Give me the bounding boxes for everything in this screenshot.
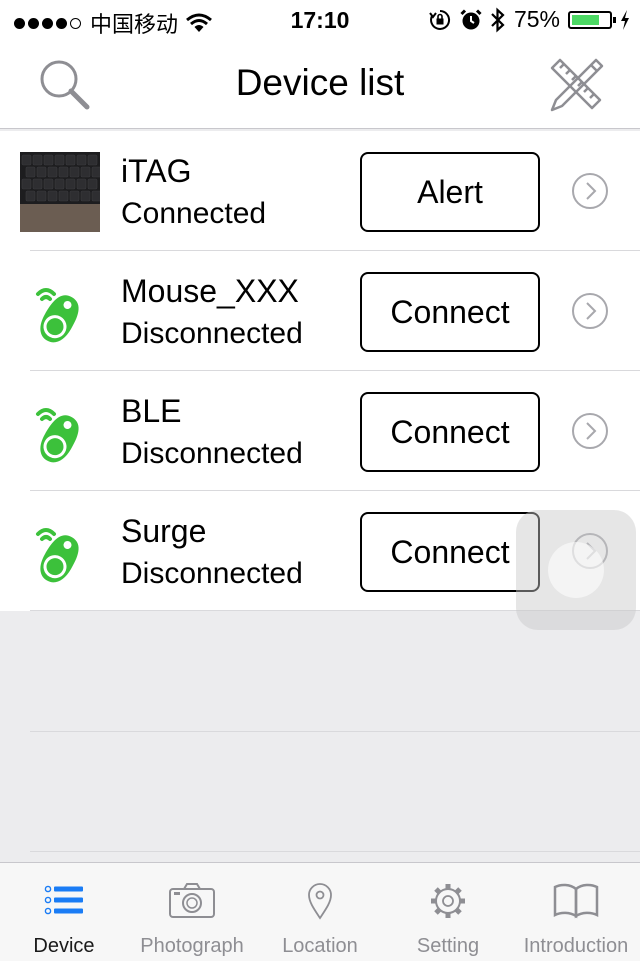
navigation-bar: Device list bbox=[0, 40, 640, 129]
device-thumbnail bbox=[20, 152, 102, 232]
gear-icon bbox=[431, 884, 465, 918]
alarm-clock-icon bbox=[460, 8, 482, 29]
chevron-right-icon bbox=[572, 173, 608, 209]
itag-green-icon bbox=[36, 288, 79, 343]
device-name: iTAG bbox=[121, 153, 192, 189]
connect-button[interactable]: Connect bbox=[360, 512, 540, 592]
row-separator bbox=[30, 731, 640, 732]
tab-label: Location bbox=[282, 935, 358, 957]
device-status: Disconnected bbox=[121, 557, 303, 590]
device-status: Disconnected bbox=[121, 317, 303, 350]
tab-label: Photograph bbox=[140, 935, 244, 957]
device-thumbnail bbox=[20, 392, 100, 472]
charging-bolt-icon bbox=[621, 9, 629, 30]
status-bar: 中国移动 17:10 75% bbox=[0, 0, 640, 40]
row-separator bbox=[30, 851, 640, 852]
tab-label: Setting bbox=[416, 935, 480, 957]
book-icon bbox=[553, 883, 599, 919]
tab-introduction[interactable]: Introduction bbox=[512, 863, 640, 961]
device-status: Disconnected bbox=[121, 437, 303, 470]
device-row[interactable]: iTAG Connected Alert bbox=[0, 131, 640, 251]
ruler-pencil-icon bbox=[550, 58, 604, 112]
device-thumbnail bbox=[20, 272, 100, 352]
itag-green-icon bbox=[36, 408, 79, 463]
status-right: 75% bbox=[420, 6, 630, 33]
chevron-right-icon bbox=[572, 413, 608, 449]
device-row[interactable]: Mouse_XXX Disconnected Connect bbox=[0, 251, 640, 371]
alert-button[interactable]: Alert bbox=[360, 152, 540, 232]
battery-icon bbox=[568, 10, 616, 29]
detail-disclosure-button[interactable] bbox=[571, 412, 609, 450]
tab-icon bbox=[428, 881, 468, 921]
device-thumbnail bbox=[20, 512, 100, 592]
tab-device[interactable]: Device bbox=[0, 863, 128, 961]
device-name: Mouse_XXX bbox=[121, 273, 299, 309]
itag-green-icon bbox=[36, 528, 79, 583]
assistive-touch-button[interactable] bbox=[516, 510, 636, 630]
camera-icon bbox=[169, 883, 215, 918]
battery-percent: 75% bbox=[513, 6, 560, 32]
location-pin-icon bbox=[308, 883, 332, 920]
detail-disclosure-button[interactable] bbox=[571, 172, 609, 210]
tab-setting[interactable]: Setting bbox=[384, 863, 512, 961]
tab-icon bbox=[44, 881, 84, 921]
device-name: BLE bbox=[121, 393, 182, 429]
device-photo-icon bbox=[20, 152, 102, 232]
device-row[interactable]: BLE Disconnected Connect bbox=[0, 371, 640, 491]
tab-photograph[interactable]: Photograph bbox=[128, 863, 256, 961]
tab-bar: Device Photograph Location Setting Introduct… bbox=[0, 862, 640, 961]
device-status: Connected bbox=[121, 197, 267, 230]
tab-icon bbox=[553, 881, 599, 921]
bluetooth-icon bbox=[491, 7, 505, 32]
chevron-right-icon bbox=[572, 293, 608, 329]
detail-disclosure-button[interactable] bbox=[571, 292, 609, 330]
device-name: Surge bbox=[121, 513, 207, 549]
page-title: Device list bbox=[235, 62, 405, 103]
tab-location[interactable]: Location bbox=[256, 863, 384, 961]
tab-icon bbox=[169, 881, 215, 921]
tab-label: Introduction bbox=[523, 935, 629, 957]
edit-button[interactable] bbox=[546, 54, 606, 114]
connect-button[interactable]: Connect bbox=[360, 392, 540, 472]
list-icon bbox=[44, 885, 83, 915]
connect-button[interactable]: Connect bbox=[360, 272, 540, 352]
orientation-lock-icon bbox=[429, 9, 450, 30]
tab-icon bbox=[300, 881, 340, 921]
battery-level bbox=[572, 14, 599, 25]
